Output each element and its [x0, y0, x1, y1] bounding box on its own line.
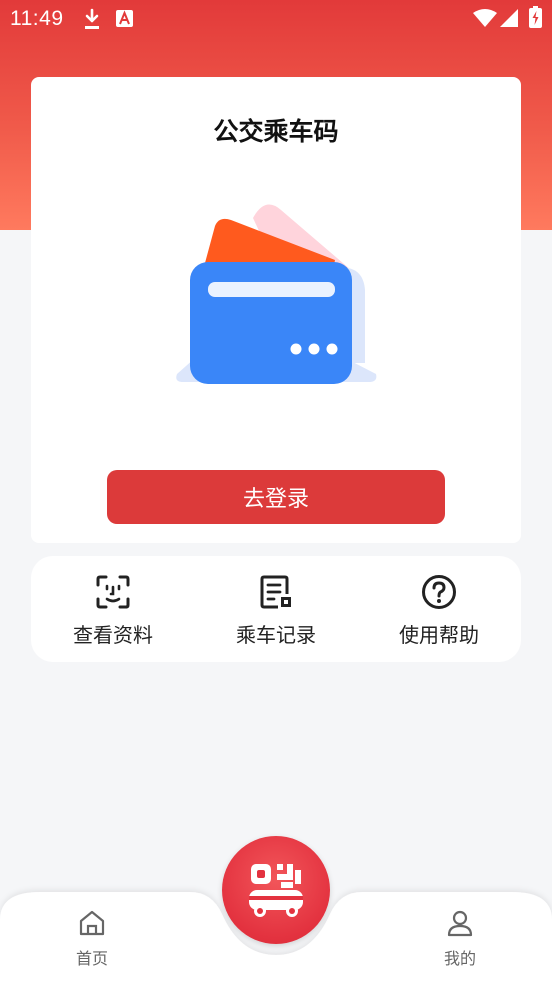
quick-item-label: 乘车记录	[236, 623, 316, 647]
battery-charging-icon	[529, 6, 542, 28]
text-a-icon	[116, 10, 133, 27]
cell-signal-icon	[500, 9, 518, 27]
page-title: 公交乘车码	[213, 117, 339, 146]
quick-menu: 查看资料 乘车记录 使用帮助	[31, 556, 521, 662]
quick-item-help[interactable]: 使用帮助	[357, 556, 521, 662]
nav-item-label: 我的	[443, 949, 476, 968]
quick-item-label: 查看资料	[73, 623, 153, 647]
document-list-icon	[260, 575, 291, 609]
quick-item-profile[interactable]: 查看资料	[31, 556, 195, 662]
download-icon	[85, 8, 99, 29]
bus-card-wallet-icon	[176, 204, 377, 384]
status-time: 11:49	[10, 7, 64, 30]
qr-code-button[interactable]	[222, 836, 330, 944]
nav-item-label: 首页	[75, 949, 108, 968]
quick-item-ride-records[interactable]: 乘车记录	[194, 556, 358, 662]
wifi-icon	[473, 9, 497, 27]
home-icon	[79, 910, 105, 936]
quick-item-label: 使用帮助	[399, 623, 479, 647]
nav-item-mine[interactable]: 我的	[410, 892, 510, 983]
qr-bus-icon	[249, 864, 303, 917]
face-scan-icon	[96, 575, 130, 609]
user-icon	[447, 910, 473, 937]
help-circle-icon	[422, 575, 456, 609]
status-bar: 11:49	[0, 0, 552, 38]
login-button[interactable]: 去登录	[107, 470, 445, 524]
nav-item-home[interactable]: 首页	[42, 892, 142, 983]
